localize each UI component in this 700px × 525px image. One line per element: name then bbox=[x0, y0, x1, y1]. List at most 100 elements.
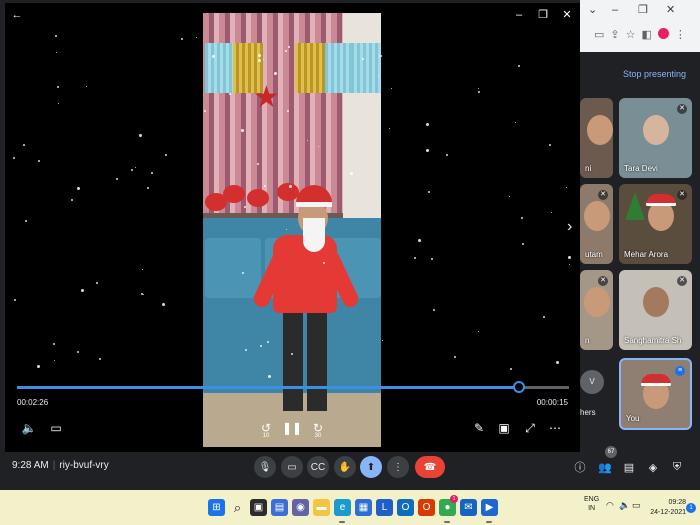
active-app-indicator bbox=[339, 521, 345, 523]
snowflake bbox=[556, 360, 560, 364]
battery-icon[interactable]: ▭ bbox=[632, 501, 641, 510]
snowflake bbox=[263, 185, 266, 188]
language-indicator[interactable]: ENG IN bbox=[584, 495, 599, 513]
snowflake bbox=[53, 360, 55, 362]
meeting-code: riy-bvuf-vry bbox=[59, 460, 109, 471]
host-controls-icon[interactable]: ⛨ bbox=[668, 456, 686, 478]
l-app-icon[interactable]: L bbox=[376, 499, 393, 516]
minimize-button[interactable]: – bbox=[612, 4, 618, 16]
menu-kebab-icon[interactable]: ⋮ bbox=[675, 28, 686, 41]
chat-icon[interactable]: ▤ bbox=[620, 456, 638, 478]
windows-taskbar: ⊞ ⌕ ▣ ▤ ◉ ▬ e ▦ L O O ● 1 ✉ ▶ ENG IN ◠ 🔈 ▭ 09:28 24-12-… bbox=[0, 490, 700, 525]
edit-icon[interactable]: ✎ bbox=[468, 417, 490, 439]
mail-icon[interactable]: ✉ bbox=[460, 499, 477, 516]
snowflake bbox=[80, 289, 84, 293]
mic-icon[interactable]: 🎙 bbox=[254, 456, 276, 478]
christmas-tree-icon bbox=[625, 192, 645, 220]
snowflake bbox=[425, 123, 429, 127]
participant-tile[interactable]: ✕ Sanghamitra Sh bbox=[619, 270, 692, 350]
seek-bar[interactable] bbox=[17, 381, 569, 393]
media-player-icon[interactable]: ▶ bbox=[481, 499, 498, 516]
snowflake bbox=[96, 281, 99, 284]
volume-icon[interactable]: 🔈 bbox=[18, 417, 40, 439]
teams-chat-icon[interactable]: ◉ bbox=[292, 499, 309, 516]
seek-thumb[interactable] bbox=[513, 381, 526, 393]
snowflake bbox=[115, 177, 118, 180]
wifi-icon[interactable]: ◠ bbox=[606, 501, 614, 510]
profile-avatar[interactable] bbox=[657, 28, 669, 39]
snowflake bbox=[142, 294, 144, 296]
more-options-icon[interactable]: ⋯ bbox=[544, 417, 566, 439]
snowflake bbox=[380, 54, 383, 57]
snowflake bbox=[57, 85, 60, 88]
participant-tile[interactable]: ✕ utam bbox=[580, 184, 613, 264]
miniview-icon[interactable]: ▣ bbox=[493, 417, 515, 439]
raise-hand-icon[interactable]: ✋ bbox=[334, 456, 356, 478]
captions-icon[interactable]: CC bbox=[307, 456, 329, 478]
outlook-icon[interactable]: O bbox=[397, 499, 414, 516]
next-chevron-icon[interactable]: › bbox=[567, 218, 572, 236]
pause-button[interactable]: ❚❚ bbox=[281, 417, 303, 439]
back-icon[interactable]: ← bbox=[7, 7, 27, 23]
people-icon[interactable]: 👥 bbox=[596, 456, 614, 478]
edge-icon[interactable]: e bbox=[334, 499, 351, 516]
active-app-indicator bbox=[486, 521, 492, 523]
bookmark-star-icon[interactable]: ☆ bbox=[626, 28, 636, 41]
skip-forward-label: 30 bbox=[314, 433, 322, 439]
office-icon[interactable]: O bbox=[418, 499, 435, 516]
snowflake bbox=[520, 217, 523, 220]
participant-tile[interactable]: ✕ n bbox=[580, 270, 613, 350]
camera-icon[interactable]: ▭ bbox=[281, 456, 303, 478]
close-button[interactable]: ✕ bbox=[557, 7, 577, 23]
video-frame[interactable]: ★ bbox=[203, 13, 381, 447]
speaker-icon[interactable]: 🔈 bbox=[619, 501, 630, 510]
tab-list-chevron-icon[interactable]: ⌄ bbox=[588, 4, 597, 16]
others-avatar: V bbox=[580, 370, 604, 394]
snowflake bbox=[77, 186, 81, 190]
skip-back-button[interactable]: ↺ 10 bbox=[255, 417, 277, 439]
snowflake bbox=[391, 87, 393, 89]
snowflake bbox=[13, 299, 16, 302]
participant-name: You bbox=[626, 414, 640, 423]
fullscreen-icon[interactable]: ⤢ bbox=[519, 417, 541, 439]
meet-control-bar: 9:28 AM | riy-bvuf-vry 🎙 ▭ CC ✋ ⬆ ⋮ ☎ ⓘ 👥 … bbox=[0, 452, 700, 490]
task-view-icon[interactable]: ▣ bbox=[250, 499, 267, 516]
snowflake bbox=[99, 358, 101, 361]
skip-forward-button[interactable]: ↻ 30 bbox=[307, 417, 329, 439]
search-icon[interactable]: ⌕ bbox=[229, 499, 246, 516]
notification-badge[interactable]: 1 bbox=[686, 503, 696, 513]
file-explorer-icon[interactable]: ▬ bbox=[313, 499, 330, 516]
snowflake bbox=[38, 159, 41, 162]
restore-button[interactable]: ❐ bbox=[638, 4, 648, 16]
snowflake bbox=[426, 148, 430, 152]
participant-tile[interactable]: ni bbox=[580, 98, 613, 178]
meeting-time: 9:28 AM bbox=[12, 460, 49, 471]
restore-button[interactable]: ❐ bbox=[533, 7, 553, 23]
windows-start-icon[interactable]: ⊞ bbox=[208, 499, 225, 516]
snowflake bbox=[53, 343, 56, 346]
system-clock[interactable]: 09:28 24-12-2021 bbox=[650, 498, 686, 518]
camera-permission-icon[interactable]: ▭ bbox=[594, 28, 604, 41]
extension-icon[interactable]: ◧ bbox=[642, 28, 652, 41]
store-icon[interactable]: ▦ bbox=[355, 499, 372, 516]
current-time: 00:02:26 bbox=[17, 398, 49, 407]
snowflake bbox=[76, 350, 79, 353]
close-button[interactable]: ✕ bbox=[666, 4, 675, 16]
share-icon[interactable]: ⇪ bbox=[610, 28, 619, 41]
stop-presenting-button[interactable]: Stop presenting bbox=[623, 69, 686, 79]
minimize-button[interactable]: – bbox=[509, 7, 529, 23]
participant-tile[interactable]: ✕ Tara Devi bbox=[619, 98, 692, 178]
widgets-icon[interactable]: ▤ bbox=[271, 499, 288, 516]
snowflake bbox=[266, 341, 269, 344]
participant-tile[interactable]: ✕ Mehar Arora bbox=[619, 184, 692, 264]
more-icon[interactable]: ⋮ bbox=[387, 456, 409, 478]
activities-icon[interactable]: ◈ bbox=[644, 456, 662, 478]
active-app-indicator bbox=[444, 521, 450, 523]
self-tile[interactable]: ≡ You bbox=[619, 358, 692, 430]
snowflake bbox=[548, 143, 551, 146]
subtitles-icon[interactable]: ▭ bbox=[45, 417, 67, 439]
info-icon[interactable]: ⓘ bbox=[571, 456, 589, 478]
present-icon[interactable]: ⬆ bbox=[360, 456, 382, 478]
end-call-icon[interactable]: ☎ bbox=[415, 456, 445, 478]
snowflake bbox=[510, 368, 513, 371]
